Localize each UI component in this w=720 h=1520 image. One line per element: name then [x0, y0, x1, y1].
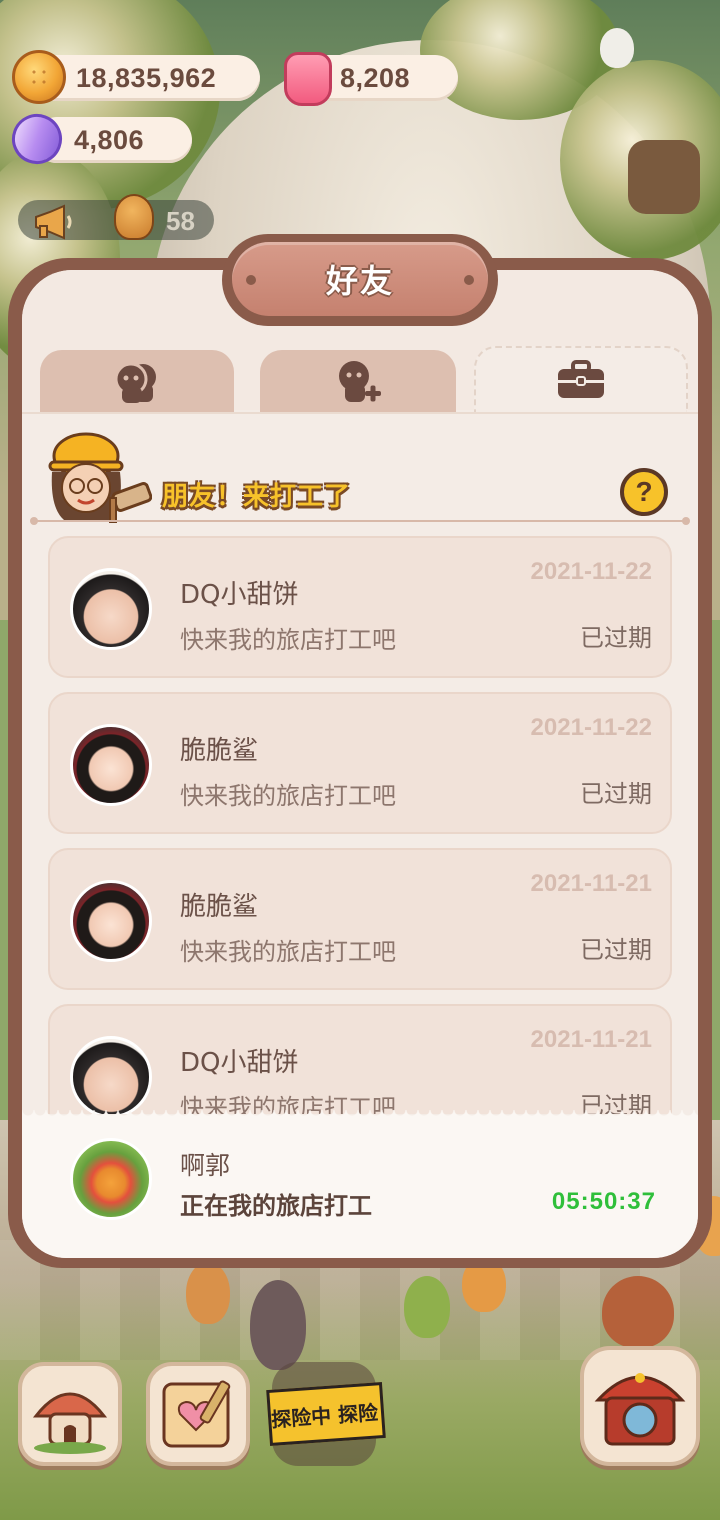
invite-date: 2021-11-22 [530, 714, 652, 741]
avatar [70, 724, 152, 806]
friend-name: DQ小甜饼 [180, 580, 299, 610]
invite-message: 快来我的旅店打工吧 [180, 938, 396, 966]
friends-icon [114, 362, 156, 403]
title-plate-inner: 好友 [232, 242, 488, 316]
invite-date: 2021-11-21 [530, 1026, 652, 1053]
exploring-tape: 探险中 探险 [266, 1382, 386, 1446]
worker-message: 正在我的旅店打工 [180, 1192, 372, 1220]
invite-date: 2021-11-22 [530, 558, 652, 585]
friend-name: 脆脆鲨 [180, 736, 259, 766]
briefcase-icon [558, 360, 604, 398]
active-worker-row[interactable]: 啊郭 正在我的旅店打工 05:50:37 [22, 1110, 698, 1258]
diary-icon [162, 1380, 231, 1448]
invite-message: 快来我的旅店打工吧 [180, 782, 396, 810]
friend-name: 脆脆鲨 [180, 892, 259, 922]
add-friend-icon [339, 361, 381, 402]
avatar [70, 568, 152, 650]
avatar [70, 1138, 152, 1220]
invite-message: 快来我的旅店打工吧 [180, 626, 396, 654]
notification-bar[interactable]: 58 [18, 194, 214, 240]
friend-name: DQ小甜饼 [180, 1048, 299, 1078]
cookie-character[interactable] [186, 1262, 230, 1324]
invite-list[interactable]: DQ小甜饼 快来我的旅店打工吧 2021-11-22 已过期 脆脆鲨 快来我的旅… [22, 530, 698, 1114]
coin-icon [12, 50, 66, 104]
circus-tent-icon [594, 1373, 686, 1446]
invite-date: 2021-11-21 [530, 870, 652, 897]
tab-add-friend[interactable] [260, 350, 456, 414]
coin-counter[interactable]: 18,835,962 [34, 55, 260, 101]
status-label: 已过期 [580, 780, 652, 808]
cookie-icon [114, 194, 154, 240]
cookie-character[interactable] [404, 1276, 450, 1338]
list-item[interactable]: DQ小甜饼 快来我的旅店打工吧 2021-11-21 已过期 [48, 1004, 672, 1114]
jelly-icon [284, 52, 332, 106]
avatar [70, 880, 152, 962]
explore-label: 探险中 探险 [270, 1399, 379, 1432]
tab-work[interactable] [474, 346, 688, 412]
home-button[interactable] [18, 1362, 122, 1466]
list-item[interactable]: 脆脆鲨 快来我的旅店打工吧 2021-11-22 已过期 [48, 692, 672, 834]
coin-value: 18,835,962 [76, 62, 217, 93]
status-label: 已过期 [580, 624, 652, 652]
work-timer: 05:50:37 [551, 1188, 656, 1215]
avatar [70, 1036, 152, 1114]
tab-friends[interactable] [40, 350, 234, 414]
list-item[interactable]: DQ小甜饼 快来我的旅店打工吧 2021-11-22 已过期 [48, 536, 672, 678]
cookie-character[interactable] [250, 1280, 306, 1370]
megaphone-icon [35, 204, 72, 240]
side-gear-button[interactable] [628, 140, 700, 214]
help-icon: ? [635, 476, 653, 507]
banner-title: 朋友！来打工了 [162, 482, 352, 512]
help-button[interactable]: ? [620, 468, 668, 516]
dialog-title: 好友 [325, 262, 394, 300]
status-label: 已过期 [580, 936, 652, 964]
bird-decoration [600, 28, 634, 68]
worker-name: 啊郭 [180, 1151, 231, 1180]
gacha-button[interactable] [580, 1346, 700, 1466]
diary-button[interactable] [146, 1362, 250, 1466]
crystal-value: 4,806 [74, 124, 145, 155]
cookie-character[interactable] [602, 1276, 674, 1348]
divider [30, 517, 690, 525]
jelly-value: 8,208 [340, 62, 411, 93]
helper-character-icon [48, 432, 152, 523]
notification-count: 58 [166, 206, 195, 236]
list-item[interactable]: 脆脆鲨 快来我的旅店打工吧 2021-11-21 已过期 [48, 848, 672, 990]
mushroom-house-icon [32, 1392, 108, 1454]
